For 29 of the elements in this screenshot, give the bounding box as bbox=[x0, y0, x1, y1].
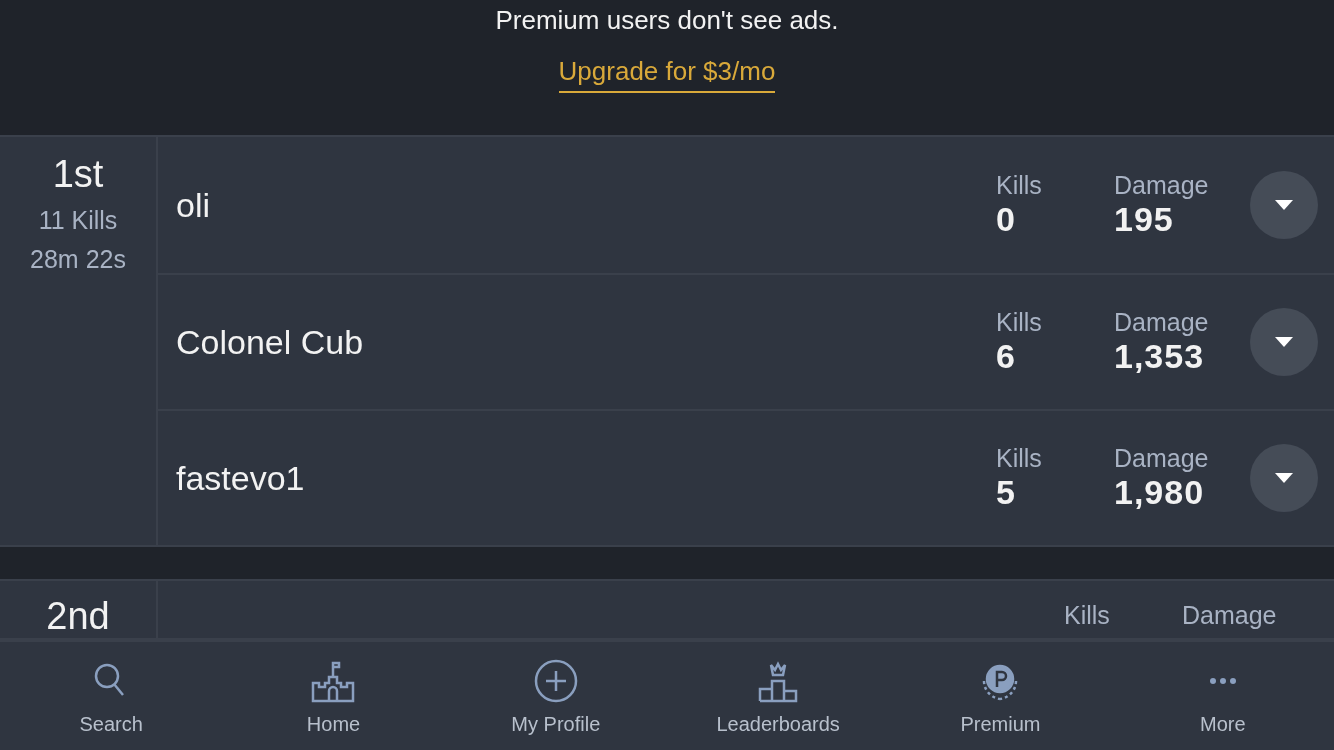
nav-tab[interactable]: Premium bbox=[889, 642, 1112, 750]
damage-label: Damage bbox=[1182, 601, 1278, 630]
nav-tab[interactable]: Home bbox=[222, 642, 445, 750]
kills-label: Kills bbox=[996, 444, 1043, 473]
damage-value: 1,980 bbox=[1114, 473, 1206, 512]
damage-label: Damage bbox=[1114, 308, 1210, 337]
player-name: Colonel Cub bbox=[176, 322, 365, 362]
kills-label: Kills bbox=[996, 308, 1043, 337]
damage-label: Damage bbox=[1114, 171, 1210, 200]
damage-label: Damage bbox=[1114, 444, 1210, 473]
team-kills: 11 Kills bbox=[38, 206, 118, 235]
placement-rank: 2nd bbox=[46, 595, 110, 638]
player-name: oli bbox=[176, 185, 212, 225]
nav-tab[interactable]: Search bbox=[0, 642, 223, 750]
nav-tab[interactable]: More bbox=[1111, 642, 1334, 750]
kills-value: 6 bbox=[996, 337, 1017, 376]
kills-label: Kills bbox=[1064, 601, 1111, 630]
placement-rank: 1st bbox=[52, 153, 104, 196]
damage-value: 195 bbox=[1114, 200, 1175, 239]
kills-value: 0 bbox=[996, 200, 1017, 239]
damage-value: 1,353 bbox=[1114, 337, 1206, 376]
ad-message: Premium users don't see ads. bbox=[495, 5, 839, 36]
match-duration: 28m 22s bbox=[30, 245, 126, 274]
kills-label: Kills bbox=[996, 171, 1043, 200]
nav-tab[interactable]: Leaderboards bbox=[667, 642, 890, 750]
player-name: fastevo1 bbox=[176, 458, 306, 498]
upgrade-link[interactable]: Upgrade for $3/mo bbox=[558, 56, 776, 93]
nav-tab[interactable]: My Profile bbox=[444, 642, 667, 750]
kills-value: 5 bbox=[996, 473, 1017, 512]
